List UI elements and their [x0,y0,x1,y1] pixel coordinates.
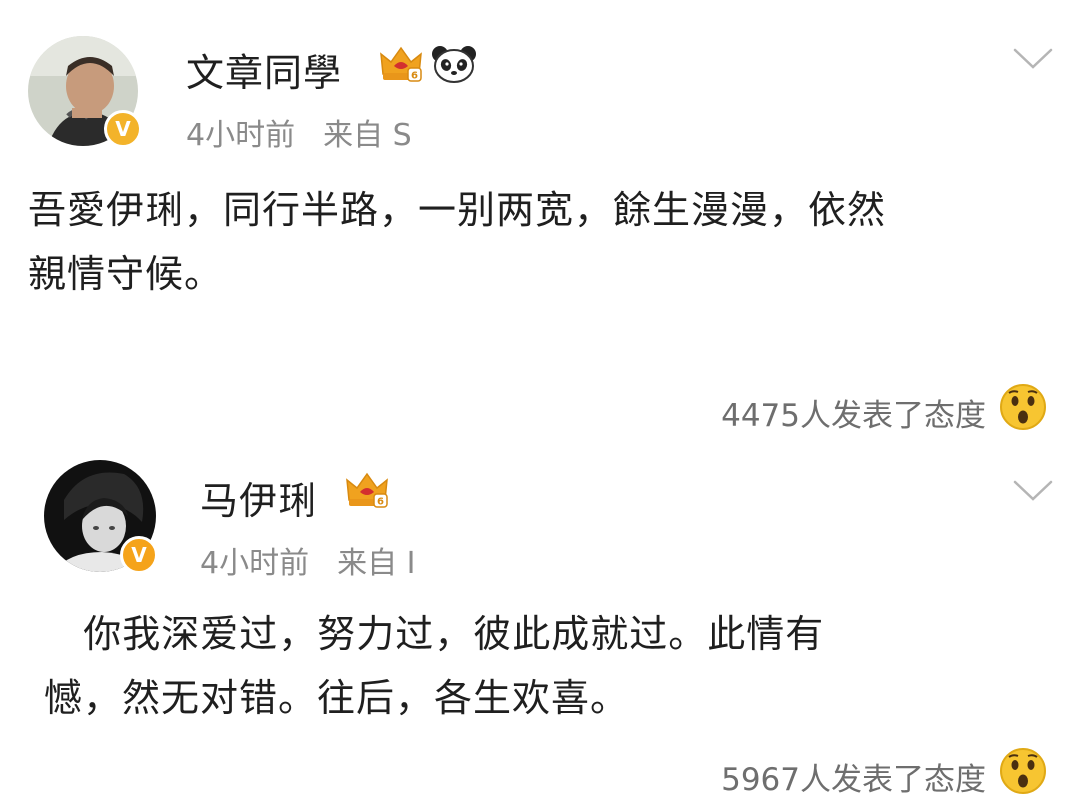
post-time: 4小时前 [200,546,310,581]
post-time: 4小时前 [186,118,296,153]
post-meta: 4小时前 来自 I [200,538,415,582]
crown-icon: 6 [344,470,390,514]
panda-icon [430,44,478,88]
post-content: 你我深爱过，努力过，彼此成就过。此情有 憾，然无对错。往后，各生欢喜。 [44,612,825,720]
chevron-down-icon[interactable] [1012,46,1054,76]
post-meta: 4小时前 来自 S [186,110,412,154]
verified-badge: V [104,110,142,148]
post-content: 吾愛伊琍，同行半路，一别两宽，餘生漫漫，依然 親情守候。 [28,188,887,296]
crown-icon: 6 [378,44,424,88]
wow-emoji-icon[interactable] [998,382,1048,436]
wow-emoji-icon[interactable] [998,746,1048,800]
verified-badge: V [120,536,158,574]
post-source[interactable]: 来自 S [323,118,412,153]
svg-text:6: 6 [377,497,384,508]
post-source[interactable]: 来自 I [337,546,415,581]
weibo-post-2: V 马伊琍 6 4小时前 来自 I 你我深爱过，努力过，彼此成就过。此情有 憾，然… [0,440,1080,808]
svg-text:6: 6 [411,71,418,82]
reaction-count[interactable]: 5967人发表了态度 [721,754,986,799]
author-name[interactable]: 马伊琍 [200,470,317,525]
author-name[interactable]: 文章同學 [186,42,342,97]
chevron-down-icon[interactable] [1012,478,1054,508]
weibo-post-1: V 文章同學 6 4小时前 来自 S 吾愛伊琍，同行半路，一别两宽，餘生漫漫，依… [0,0,1080,440]
reaction-count[interactable]: 4475人发表了态度 [721,390,986,435]
